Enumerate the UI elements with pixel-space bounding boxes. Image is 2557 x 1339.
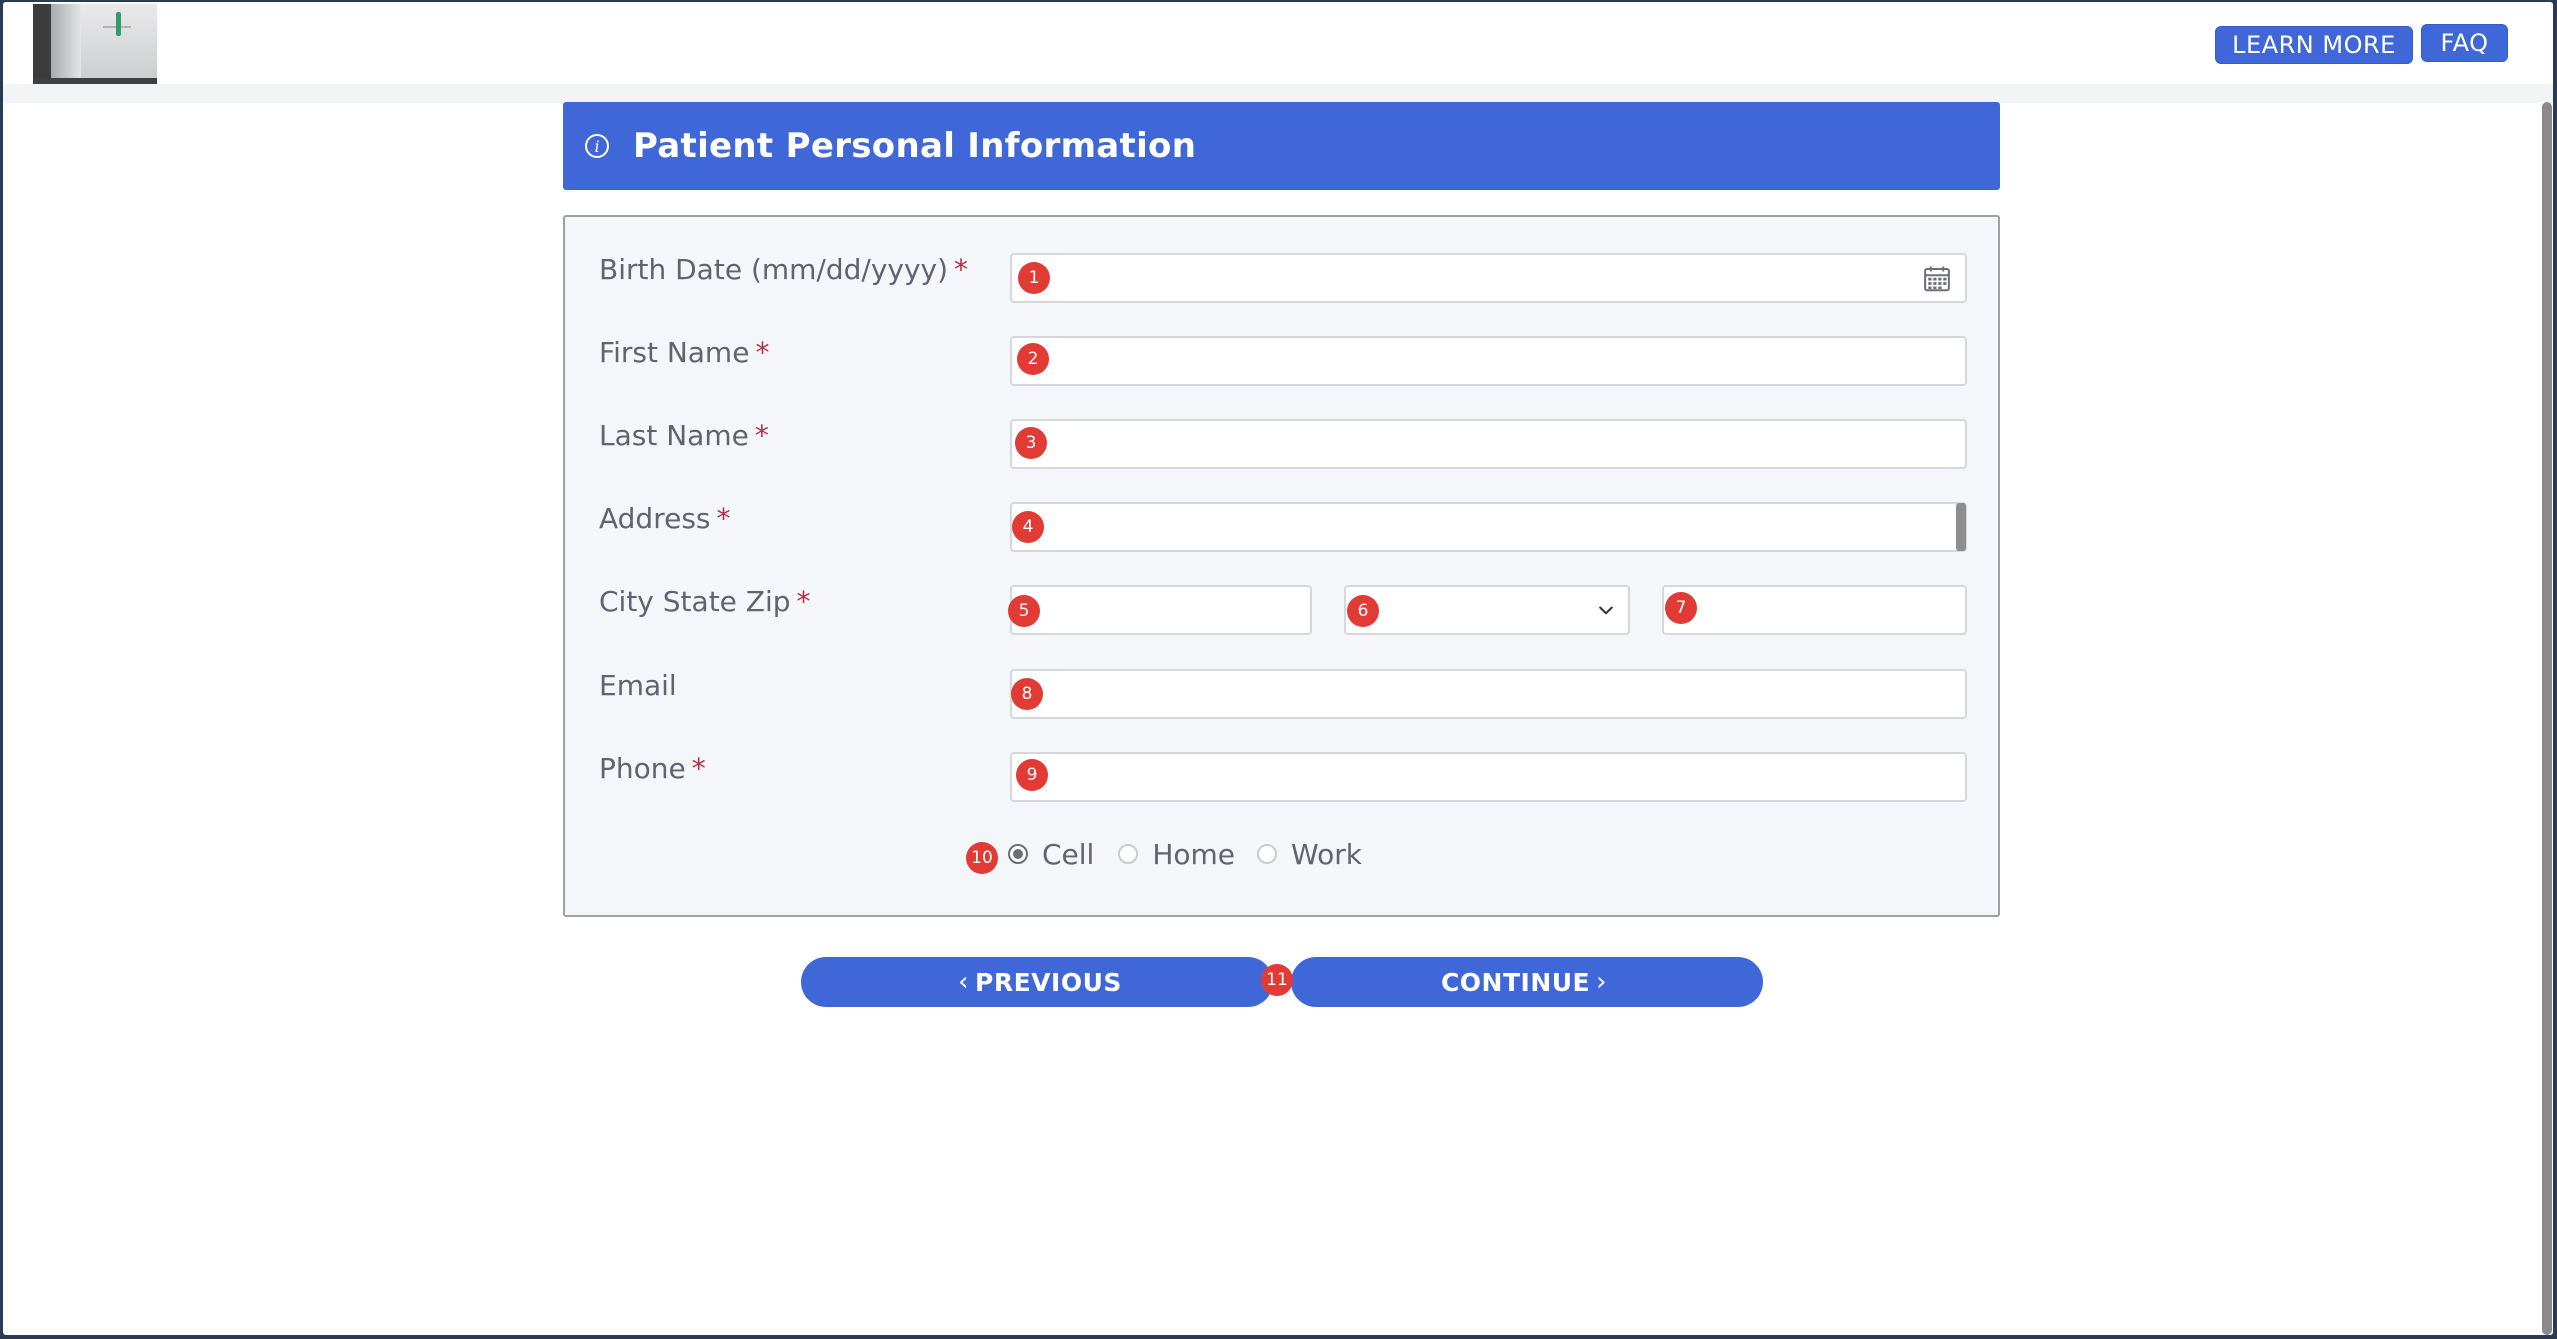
section-title: Patient Personal Information (633, 126, 1197, 166)
annotation-badge: 11 (1261, 964, 1293, 996)
phone-label: Phone * (599, 752, 706, 785)
annotation-badge: 1 (1018, 262, 1050, 294)
annotation-badge: 4 (1012, 511, 1044, 543)
annotation-badge: 9 (1016, 759, 1048, 791)
calendar-icon[interactable] (1922, 264, 1952, 294)
phone-input[interactable] (1010, 752, 1967, 802)
city-state-zip-label: City State Zip * (599, 585, 811, 618)
chevron-left-icon: ‹ (958, 967, 970, 997)
top-header: LEARN MORE FAQ (3, 2, 2553, 84)
required-mark: * (796, 585, 811, 618)
chevron-right-icon: › (1596, 967, 1608, 997)
radio-button[interactable] (1118, 844, 1139, 864)
annotation-badge: 6 (1347, 595, 1379, 627)
last-name-label: Last Name * (599, 419, 769, 452)
browser-viewport: LEARN MORE FAQ i Patient Personal Inform… (3, 2, 2553, 1335)
phone-type-group: Cell Home Work (1008, 834, 1384, 874)
section-banner: i Patient Personal Information (563, 102, 2000, 190)
first-name-label: First Name * (599, 336, 770, 369)
logo-image (33, 4, 157, 84)
phone-type-home[interactable]: Home (1118, 838, 1235, 871)
first-name-input[interactable] (1010, 336, 1967, 386)
address-label: Address * (599, 502, 731, 535)
continue-button[interactable]: CONTINUE › (1291, 957, 1763, 1007)
address-input[interactable] (1010, 502, 1967, 552)
annotation-badge: 5 (1008, 595, 1040, 627)
required-mark: * (954, 253, 969, 286)
patient-info-form: Birth Date (mm/dd/yyyy) * 1 First Name * 2… (563, 215, 2000, 917)
faq-button[interactable]: FAQ (2421, 24, 2508, 62)
annotation-badge: 10 (966, 842, 998, 874)
birth-date-label: Birth Date (mm/dd/yyyy) * (599, 253, 969, 286)
previous-button[interactable]: ‹ PREVIOUS (801, 957, 1273, 1007)
learn-more-button[interactable]: LEARN MORE (2215, 26, 2413, 64)
email-label: Email (599, 669, 677, 702)
info-icon: i (585, 134, 609, 158)
radio-button[interactable] (1257, 844, 1278, 864)
required-mark: * (716, 502, 731, 535)
state-select[interactable] (1344, 585, 1630, 635)
city-input[interactable] (1010, 585, 1312, 635)
page-scrollbar-thumb[interactable] (2542, 102, 2552, 1335)
header-divider (3, 84, 2553, 103)
birth-date-input[interactable] (1010, 253, 1967, 303)
email-input[interactable] (1010, 669, 1967, 719)
zip-input[interactable] (1662, 585, 1967, 635)
annotation-badge: 8 (1011, 678, 1043, 710)
radio-button[interactable] (1008, 844, 1028, 864)
required-mark: * (691, 752, 706, 785)
chevron-down-icon (1599, 606, 1613, 615)
last-name-input[interactable] (1010, 419, 1967, 469)
required-mark: * (754, 419, 769, 452)
address-scrollbar[interactable] (1956, 503, 1966, 551)
annotation-badge: 3 (1015, 427, 1047, 459)
annotation-badge: 2 (1017, 343, 1049, 375)
annotation-badge: 7 (1665, 592, 1697, 624)
required-mark: * (755, 336, 770, 369)
phone-type-work[interactable]: Work (1257, 838, 1362, 871)
phone-type-cell[interactable]: Cell (1008, 838, 1094, 871)
